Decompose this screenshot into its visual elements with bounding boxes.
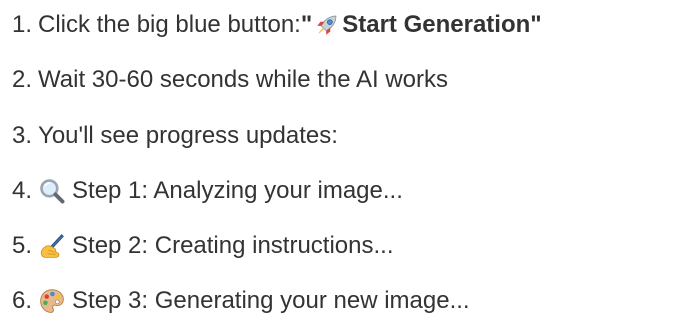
artist-palette-icon bbox=[38, 287, 66, 315]
list-number: 2. bbox=[12, 66, 33, 93]
magnifying-glass-icon bbox=[38, 177, 66, 205]
list-number: 6. bbox=[12, 287, 33, 314]
list-number: 1. bbox=[12, 11, 33, 38]
quote-open: " bbox=[300, 11, 313, 38]
list-item-text: Click the big blue button: bbox=[38, 11, 301, 38]
list-item: 4. Step 1: Analyzing your image... bbox=[12, 174, 403, 208]
list-number: 3. bbox=[12, 122, 33, 149]
list-number: 5. bbox=[12, 232, 33, 259]
list-item: 1. Click the big blue button: " Start Ge… bbox=[12, 8, 542, 42]
list-item: 2. Wait 30-60 seconds while the AI works bbox=[12, 63, 448, 97]
list-item-text: Step 1: Analyzing your image... bbox=[72, 177, 403, 204]
list-number: 4. bbox=[12, 177, 33, 204]
list-item: 5. Step 2: Creating instructions... bbox=[12, 229, 394, 263]
list-item-text: Step 3: Generating your new image... bbox=[72, 287, 470, 314]
list-item-text: You'll see progress updates: bbox=[38, 122, 338, 149]
quote-close: " bbox=[530, 11, 542, 38]
list-item: 6. Step 3: Generating your new image... bbox=[12, 284, 470, 318]
button-label: Start Generation bbox=[342, 11, 531, 38]
writing-hand-icon bbox=[38, 232, 66, 260]
list-item-text: Wait 30-60 seconds while the AI works bbox=[38, 66, 448, 93]
list-item-text: Step 2: Creating instructions... bbox=[72, 232, 394, 259]
list-item: 3. You'll see progress updates: bbox=[12, 119, 338, 153]
rocket-icon bbox=[314, 12, 340, 38]
instructions-list: 1. Click the big blue button: " Start Ge… bbox=[0, 0, 677, 324]
